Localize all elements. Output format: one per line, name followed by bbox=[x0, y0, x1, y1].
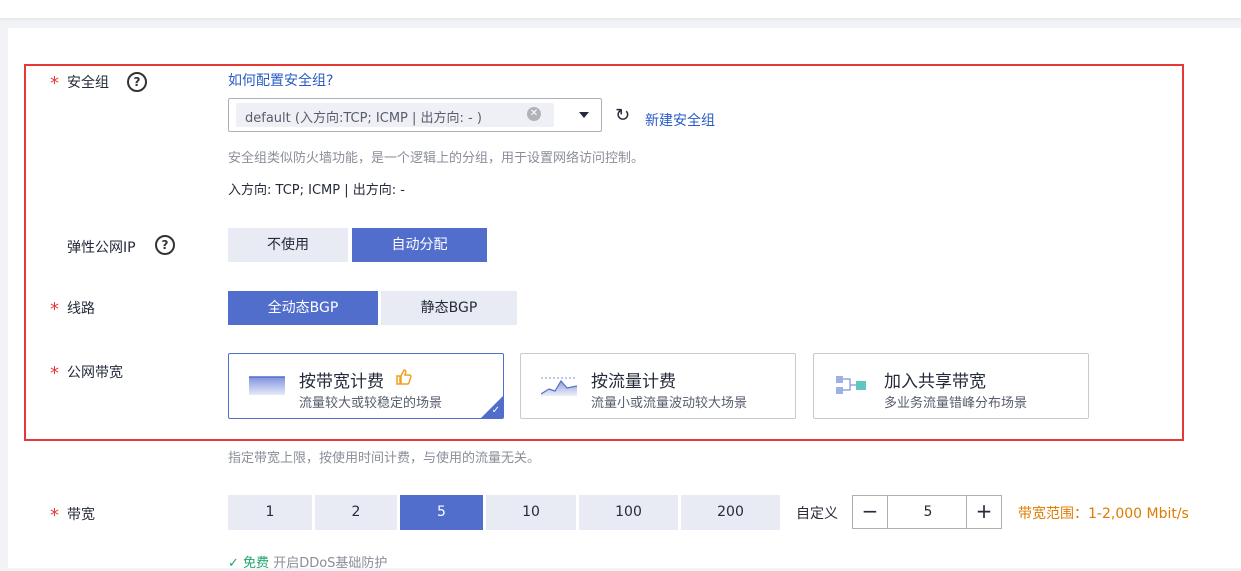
card-title: 按带宽计费 bbox=[299, 372, 384, 392]
line-label: 线路 bbox=[67, 301, 95, 317]
traffic-billing-card[interactable]: 按流量计费 流量小或流量波动较大场景 bbox=[520, 353, 796, 419]
public-bandwidth-hint: 指定带宽上限，按使用时间计费，与使用的流量无关。 bbox=[228, 451, 541, 466]
bandwidth-option-100[interactable]: 100 bbox=[579, 495, 678, 530]
card-title: 按流量计费 bbox=[591, 372, 676, 392]
card-description: 多业务流量错峰分布场景 bbox=[884, 396, 1028, 411]
shared-bandwidth-icon bbox=[836, 376, 866, 394]
bandwidth-option-1[interactable]: 1 bbox=[228, 495, 312, 530]
bandwidth-billing-icon bbox=[249, 376, 285, 395]
security-group-label: 安全组 bbox=[67, 75, 109, 91]
card-title: 加入共享带宽 bbox=[884, 372, 986, 392]
chevron-down-icon[interactable] bbox=[579, 112, 589, 118]
required-asterisk: * bbox=[50, 363, 59, 384]
line-option-dynamic-bgp[interactable]: 全动态BGP bbox=[228, 291, 378, 325]
help-icon[interactable]: ? bbox=[155, 235, 175, 255]
eip-option-auto[interactable]: 自动分配 bbox=[352, 228, 487, 262]
card-description: 流量小或流量波动较大场景 bbox=[591, 396, 748, 411]
required-asterisk: * bbox=[50, 299, 59, 320]
help-icon[interactable]: ? bbox=[127, 72, 147, 92]
line-option-static-bgp[interactable]: 静态BGP bbox=[381, 291, 517, 325]
eip-label: 弹性公网IP bbox=[67, 240, 136, 256]
security-group-tag: default (入方向:TCP; ICMP | 出方向: - ) ✕ bbox=[236, 103, 554, 127]
check-icon: ✓ bbox=[491, 405, 500, 416]
bandwidth-label: 带宽 bbox=[67, 507, 95, 523]
free-badge: 免费 bbox=[243, 556, 270, 571]
custom-label: 自定义 bbox=[796, 506, 838, 522]
traffic-billing-icon bbox=[541, 377, 577, 396]
bandwidth-stepper: − + bbox=[852, 495, 1002, 529]
tag-label: default (入方向:TCP; ICMP | 出方向: - ) bbox=[245, 111, 482, 126]
eip-option-none[interactable]: 不使用 bbox=[228, 228, 348, 262]
refresh-icon[interactable]: ↻ bbox=[615, 107, 630, 125]
bandwidth-option-200[interactable]: 200 bbox=[681, 495, 780, 530]
required-asterisk: * bbox=[50, 505, 59, 526]
increment-button[interactable]: + bbox=[966, 496, 1001, 528]
bandwidth-option-2[interactable]: 2 bbox=[315, 495, 397, 530]
close-icon[interactable]: ✕ bbox=[527, 107, 541, 121]
public-bandwidth-label: 公网带宽 bbox=[67, 365, 123, 381]
how-to-config-link[interactable]: 如何配置安全组? bbox=[228, 70, 333, 90]
bandwidth-input[interactable] bbox=[889, 496, 967, 528]
thumbs-up-icon bbox=[396, 369, 412, 385]
top-panel bbox=[0, 0, 1241, 18]
create-security-group-link[interactable]: 新建安全组 bbox=[645, 110, 715, 130]
decrement-button[interactable]: − bbox=[853, 496, 888, 528]
security-group-rules: 入方向: TCP; ICMP | 出方向: - bbox=[228, 183, 405, 198]
bandwidth-range-text: 带宽范围：1-2,000 Mbit/s bbox=[1018, 506, 1189, 522]
ddos-text: 开启DDoS基础防护 bbox=[273, 556, 388, 571]
security-group-hint: 安全组类似防火墙功能，是一个逻辑上的分组，用于设置网络访问控制。 bbox=[228, 151, 645, 166]
card-description: 流量较大或较稳定的场景 bbox=[299, 396, 443, 411]
required-asterisk: * bbox=[50, 73, 59, 94]
bandwidth-option-10[interactable]: 10 bbox=[486, 495, 576, 530]
bandwidth-option-5[interactable]: 5 bbox=[400, 495, 483, 530]
shared-bandwidth-card[interactable]: 加入共享带宽 多业务流量错峰分布场景 bbox=[813, 353, 1089, 419]
bandwidth-billing-card[interactable]: 按带宽计费 流量较大或较稳定的场景 ✓ bbox=[228, 353, 504, 419]
check-circle-icon: ✓ bbox=[228, 556, 239, 571]
security-group-select[interactable]: default (入方向:TCP; ICMP | 出方向: - ) ✕ bbox=[228, 98, 602, 132]
